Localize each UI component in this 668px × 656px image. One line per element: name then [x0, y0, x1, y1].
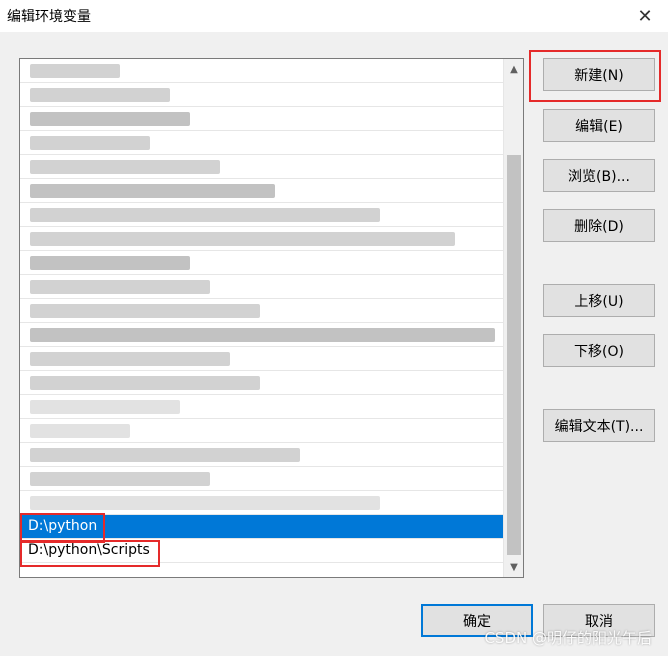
- list-item-obscured[interactable]: [20, 347, 503, 371]
- list-item-obscured[interactable]: [20, 131, 503, 155]
- highlight-scripts-entry: [20, 540, 160, 567]
- list-item-obscured[interactable]: [20, 443, 503, 467]
- list-item-obscured[interactable]: [20, 83, 503, 107]
- close-icon: ✕: [637, 5, 653, 27]
- browse-button[interactable]: 浏览(B)...: [543, 159, 655, 192]
- edit-text-button[interactable]: 编辑文本(T)...: [543, 409, 655, 442]
- vertical-scrollbar[interactable]: ▲ ▼: [503, 59, 523, 577]
- list-item-obscured[interactable]: [20, 275, 503, 299]
- delete-button[interactable]: 删除(D): [543, 209, 655, 242]
- scroll-up-arrow-icon[interactable]: ▲: [504, 59, 523, 79]
- list-item-obscured[interactable]: [20, 203, 503, 227]
- list-item-obscured[interactable]: [20, 227, 503, 251]
- edit-button[interactable]: 编辑(E): [543, 109, 655, 142]
- list-item-obscured[interactable]: [20, 491, 503, 515]
- move-up-button[interactable]: 上移(U): [543, 284, 655, 317]
- window-title: 编辑环境变量: [7, 9, 91, 25]
- list-item-obscured[interactable]: [20, 419, 503, 443]
- list-item-obscured[interactable]: [20, 395, 503, 419]
- list-item-obscured[interactable]: [20, 371, 503, 395]
- close-button[interactable]: ✕: [622, 0, 668, 32]
- scroll-down-arrow-icon[interactable]: ▼: [504, 557, 523, 577]
- csdn-watermark: CSDN @明仔的阳光午后: [484, 629, 652, 647]
- path-list-rows: D:\python D:\python\Scripts: [20, 59, 503, 563]
- list-item-obscured[interactable]: [20, 251, 503, 275]
- list-item-obscured[interactable]: [20, 155, 503, 179]
- list-item-obscured[interactable]: [20, 59, 503, 83]
- scrollbar-thumb[interactable]: [507, 155, 521, 555]
- list-item-obscured[interactable]: [20, 467, 503, 491]
- list-item-obscured[interactable]: [20, 107, 503, 131]
- move-down-button[interactable]: 下移(O): [543, 334, 655, 367]
- highlight-new-button: [529, 50, 661, 102]
- list-item-obscured[interactable]: [20, 179, 503, 203]
- highlight-python-entry: [20, 513, 105, 543]
- list-item-obscured[interactable]: [20, 323, 503, 347]
- path-list[interactable]: D:\python D:\python\Scripts ▲ ▼: [19, 58, 524, 578]
- list-item-obscured[interactable]: [20, 299, 503, 323]
- title-bar: 编辑环境变量 ✕: [0, 0, 668, 32]
